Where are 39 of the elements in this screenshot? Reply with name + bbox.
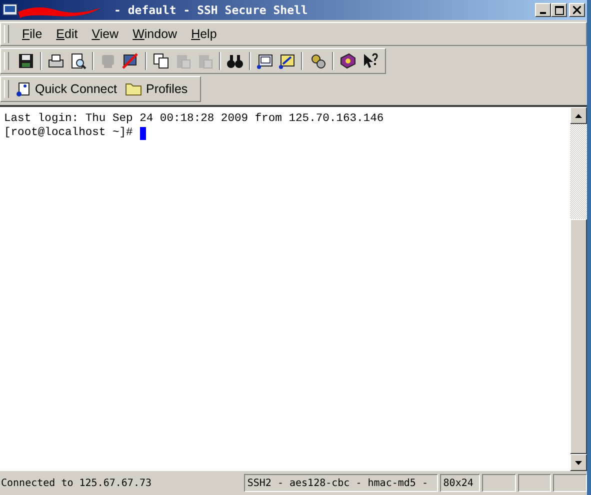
down-arrow-icon [575, 460, 582, 464]
profiles-button[interactable]: Profiles [124, 82, 196, 96]
status-panel: SSH2 - aes128-cbc - hmac-md5 - [244, 474, 438, 492]
menu-item[interactable]: View [84, 27, 126, 41]
copy-icon [152, 52, 170, 70]
quick-connect-button[interactable]: Quick Connect [15, 81, 125, 97]
scroll-down-button[interactable] [570, 454, 587, 471]
settings-icon [308, 52, 327, 70]
crossed-computer-icon [121, 52, 140, 70]
terminal-screen[interactable]: Last login: Thu Sep 24 00:18:28 2009 from 125.70.163.146 [root@localhost ~]# [0, 107, 570, 471]
maximize-icon [554, 6, 564, 14]
page-connect-icon [15, 81, 31, 97]
scroll-up-button[interactable] [570, 107, 587, 124]
terminal-window-icon [256, 52, 274, 70]
magnifier-page-icon [69, 52, 88, 70]
folder-icon [124, 82, 142, 96]
text-cursor [140, 126, 146, 140]
menu-item[interactable]: File [15, 27, 50, 41]
menu-item[interactable]: Window [126, 27, 184, 41]
up-arrow-icon [575, 114, 582, 118]
terminal-line: Last login: Thu Sep 24 00:18:28 2009 from 125.70.163.146 [4, 112, 385, 126]
status-text: Connected to 125.67.67.73 [0, 478, 153, 488]
maximize-button[interactable] [551, 3, 567, 17]
terminal-icon [2, 3, 18, 17]
status-panel [518, 474, 552, 492]
binoculars-icon [226, 52, 244, 70]
close-icon [573, 6, 581, 14]
scrollbar[interactable] [570, 107, 587, 471]
status-panel: 80x24 [440, 474, 480, 492]
status-panel [482, 474, 516, 492]
printer-icon [47, 52, 65, 70]
menu-item[interactable]: Edit [49, 27, 85, 41]
close-button[interactable] [569, 3, 585, 17]
minimize-button[interactable] [535, 3, 551, 17]
status-panel [553, 474, 587, 492]
scroll-thumb[interactable] [570, 219, 587, 454]
menu-item[interactable]: Help [184, 27, 224, 41]
shell-prompt: [root@localhost ~]# [4, 126, 134, 140]
window-title: - default - SSH Secure Shell [114, 3, 308, 17]
